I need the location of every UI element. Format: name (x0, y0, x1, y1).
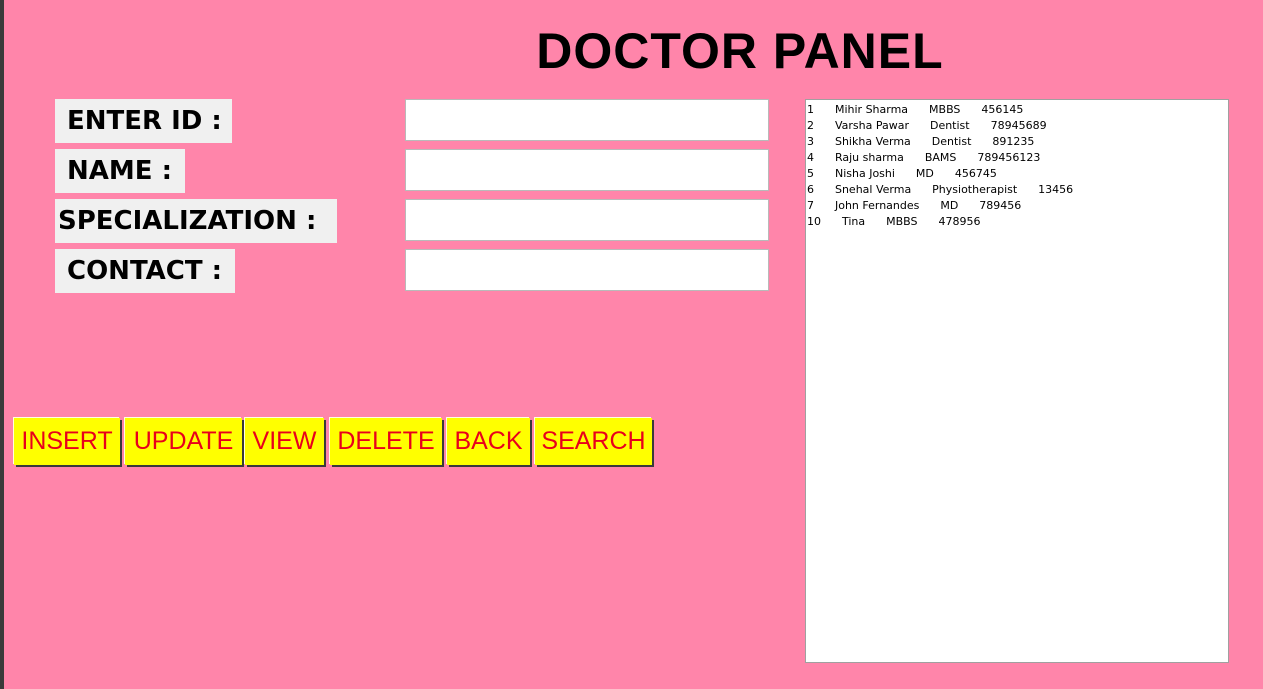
list-item[interactable]: 7 John Fernandes MD 789456 (807, 198, 1228, 214)
id-input[interactable] (405, 99, 769, 141)
search-button[interactable]: SEARCH (535, 418, 652, 465)
specialization-input[interactable] (405, 199, 769, 241)
name-label: NAME : (55, 149, 185, 193)
list-item[interactable]: 2 Varsha Pawar Dentist 78945689 (807, 118, 1228, 134)
list-item[interactable]: 1 Mihir Sharma MBBS 456145 (807, 102, 1228, 118)
id-label: ENTER ID : (55, 99, 232, 143)
list-item[interactable]: 6 Snehal Verma Physiotherapist 13456 (807, 182, 1228, 198)
view-button[interactable]: VIEW (245, 418, 324, 465)
list-item[interactable]: 4 Raju sharma BAMS 789456123 (807, 150, 1228, 166)
delete-button[interactable]: DELETE (330, 418, 442, 465)
specialization-label: SPECIALIZATION : (55, 199, 337, 243)
doctor-records-listbox[interactable]: 1 Mihir Sharma MBBS 456145 2 Varsha Pawar… (805, 99, 1229, 663)
insert-button[interactable]: INSERT (14, 418, 120, 465)
update-button[interactable]: UPDATE (125, 418, 242, 465)
list-item[interactable]: 5 Nisha Joshi MD 456745 (807, 166, 1228, 182)
list-item[interactable]: 10 Tina MBBS 478956 (807, 214, 1228, 230)
back-button[interactable]: BACK (447, 418, 530, 465)
name-input[interactable] (405, 149, 769, 191)
contact-label: CONTACT : (55, 249, 235, 293)
page-title: DOCTOR PANEL (536, 23, 944, 79)
contact-input[interactable] (405, 249, 769, 291)
window-edge (0, 0, 4, 689)
list-item[interactable]: 3 Shikha Verma Dentist 891235 (807, 134, 1228, 150)
